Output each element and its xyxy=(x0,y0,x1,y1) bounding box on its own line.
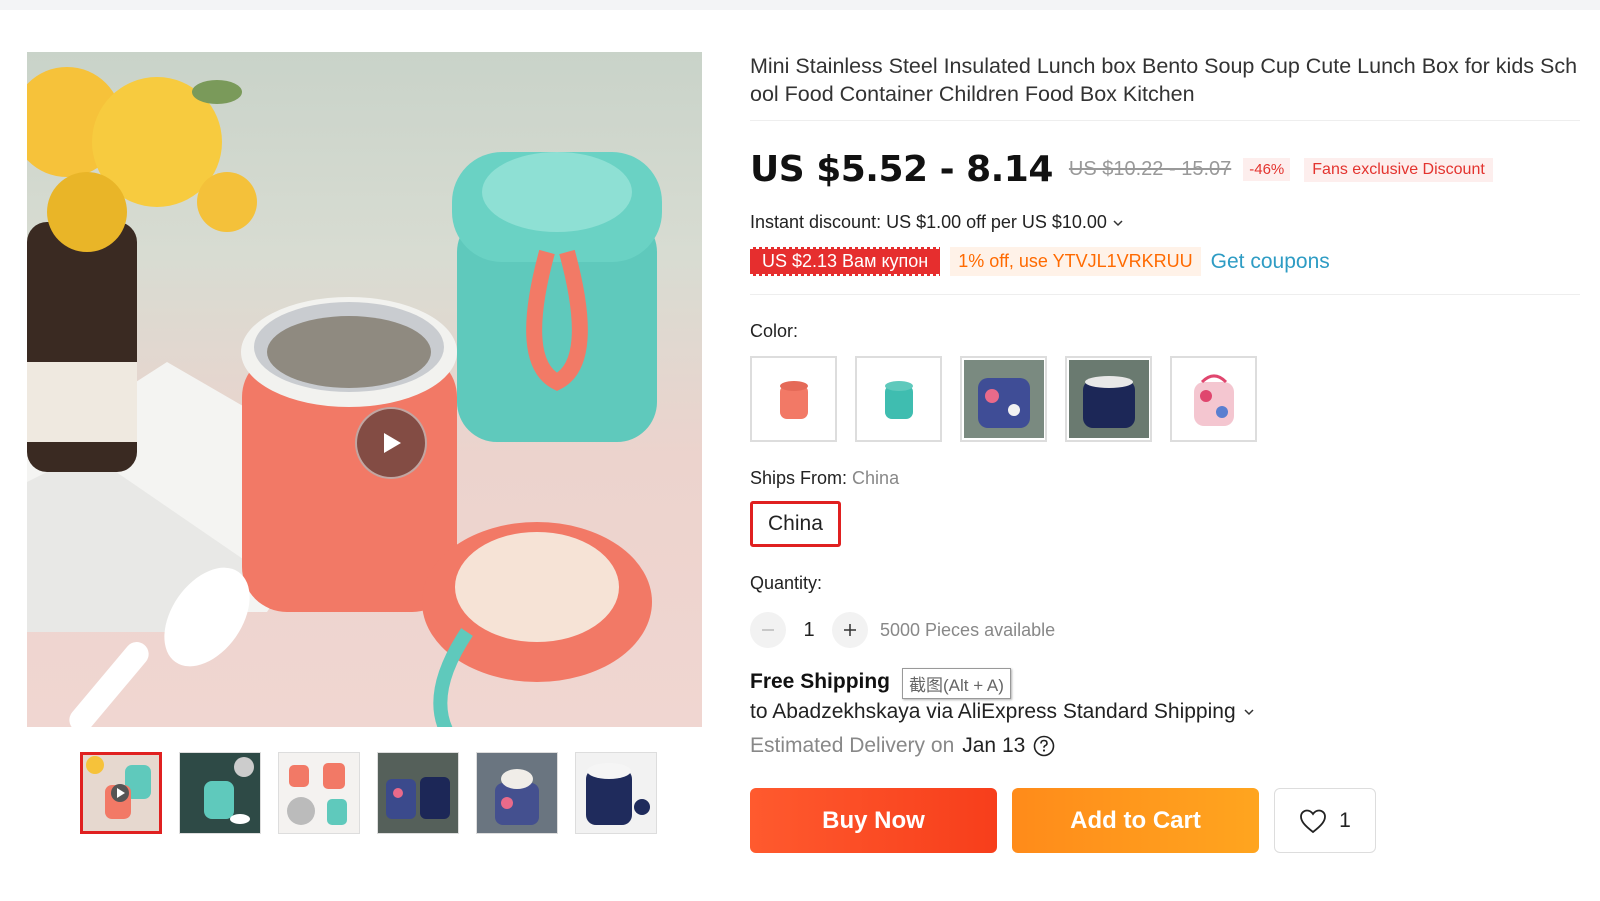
product-info-panel: Mini Stainless Steel Insulated Lunch box… xyxy=(750,52,1580,853)
buy-now-button[interactable]: Buy Now xyxy=(750,788,997,853)
thumbnail-image xyxy=(477,753,557,833)
thumbnail-image xyxy=(180,753,260,833)
heart-icon xyxy=(1300,809,1327,833)
stock-available: 5000 Pieces available xyxy=(880,619,1056,640)
discount-badge: -46% xyxy=(1243,158,1291,181)
fans-discount-tag: Fans exclusive Discount xyxy=(1304,157,1493,182)
ships-from-label: Ships From: China xyxy=(750,468,1580,489)
quantity-stepper: 1 5000 Pieces available xyxy=(750,612,1580,648)
thumbnail-image xyxy=(83,755,159,831)
thumbnail-2[interactable] xyxy=(179,752,261,834)
minus-icon xyxy=(762,629,774,631)
floral-bag-image xyxy=(963,360,1044,438)
color-option-floral-bag[interactable] xyxy=(960,356,1047,442)
navy-bag-image xyxy=(1068,360,1149,438)
original-price: US $10.22 - 15.07 xyxy=(1068,158,1232,180)
main-product-image[interactable] xyxy=(27,52,702,727)
ships-from-value: China xyxy=(852,468,900,488)
estimated-delivery-prefix: Estimated Delivery on xyxy=(750,734,955,757)
chevron-down-icon xyxy=(1244,709,1254,716)
product-photo xyxy=(27,67,662,727)
instant-discount-text: Instant discount: US $1.00 off per US $1… xyxy=(750,212,1107,232)
free-shipping-heading: Free Shipping xyxy=(750,670,891,693)
help-icon[interactable] xyxy=(1033,735,1055,757)
quantity-label: Quantity: xyxy=(750,573,823,593)
teal-jar-image xyxy=(884,381,913,419)
screenshot-tooltip: 截图(Alt + A) xyxy=(902,668,1011,699)
thumbnail-6[interactable] xyxy=(575,752,657,834)
thumbnail-3[interactable] xyxy=(278,752,360,834)
thumbnail-strip xyxy=(80,752,657,834)
action-buttons: Buy Now Add to Cart 1 xyxy=(750,788,1580,853)
play-icon xyxy=(384,433,401,453)
quantity-value[interactable]: 1 xyxy=(786,619,832,642)
pink-bag-image xyxy=(1193,374,1234,426)
shipping-destination-text: to Abadzekhskaya via AliExpress Standard… xyxy=(750,700,1236,723)
estimated-delivery-date: Jan 13 xyxy=(962,734,1026,757)
wishlist-count: 1 xyxy=(1339,808,1351,832)
coupon-badge[interactable]: US $2.13 Вам купон xyxy=(750,246,941,277)
quantity-increase-button[interactable] xyxy=(832,612,868,648)
color-option-coral[interactable] xyxy=(750,356,837,442)
thumbnail-4[interactable] xyxy=(377,752,459,834)
thumbnail-1[interactable] xyxy=(80,752,162,834)
add-to-cart-button[interactable]: Add to Cart xyxy=(1012,788,1259,853)
thumbnail-image xyxy=(378,753,458,833)
current-price: US $5.52 - 8.14 xyxy=(750,149,1053,190)
coral-jar-image xyxy=(779,381,808,419)
chevron-down-icon xyxy=(1113,219,1123,226)
get-coupons-link[interactable]: Get coupons xyxy=(1211,250,1330,274)
thumbnail-image xyxy=(576,753,656,833)
promo-code-badge[interactable]: 1% off, use YTVJL1VRKRUU xyxy=(950,247,1201,276)
product-title: Mini Stainless Steel Insulated Lunch box… xyxy=(750,52,1580,121)
ship-from-option-china[interactable]: China xyxy=(750,501,841,547)
quantity-decrease-button[interactable] xyxy=(750,612,786,648)
color-option-teal[interactable] xyxy=(855,356,942,442)
color-option-navy-bag[interactable] xyxy=(1065,356,1152,442)
instant-discount[interactable]: Instant discount: US $1.00 off per US $1… xyxy=(750,212,1580,233)
ships-from-title: Ships From: xyxy=(750,468,848,488)
shipping-destination[interactable]: to Abadzekhskaya via AliExpress Standard… xyxy=(750,700,1580,724)
estimated-delivery: Estimated Delivery on Jan 13 xyxy=(750,734,1580,758)
top-bar xyxy=(0,0,1600,10)
color-swatches xyxy=(750,356,1580,442)
coupon-row: US $2.13 Вам купон 1% off, use YTVJL1VRK… xyxy=(750,246,1580,295)
plus-icon xyxy=(844,624,856,636)
price-row: US $5.52 - 8.14 US $10.22 - 15.07 -46% F… xyxy=(750,149,1580,190)
wishlist-button[interactable]: 1 xyxy=(1274,788,1376,853)
color-option-pink-bag[interactable] xyxy=(1170,356,1257,442)
thumbnail-image xyxy=(279,753,359,833)
color-label: Color: xyxy=(750,321,799,341)
thumbnail-5[interactable] xyxy=(476,752,558,834)
play-video-button[interactable] xyxy=(355,407,427,479)
